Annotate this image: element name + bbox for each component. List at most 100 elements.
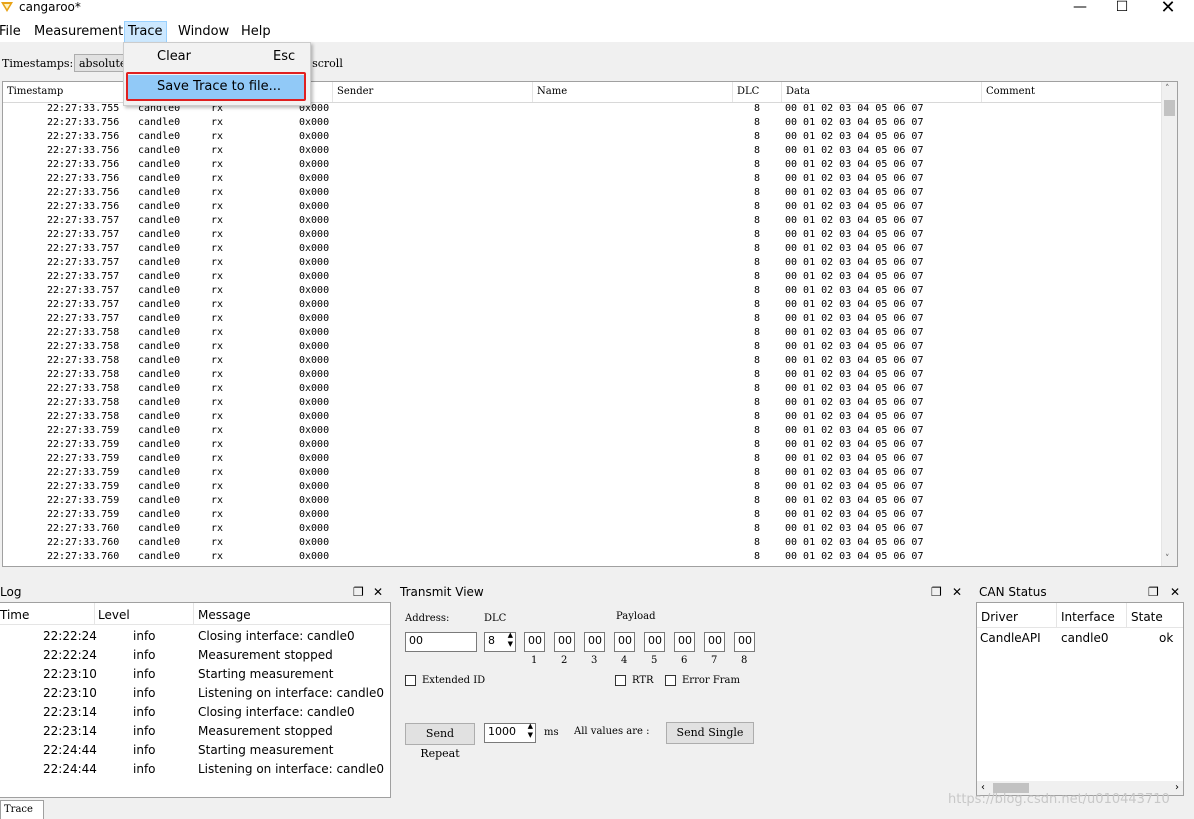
- table-row[interactable]: 22:27:33.759 candle0 rx 0x000 8 00 01 02 03 0…: [3, 424, 1162, 438]
- col-data[interactable]: Data: [782, 82, 982, 102]
- data-cell: 00 01 02 03 04 05 06 07: [785, 103, 924, 114]
- scroll-down-icon[interactable]: ˅: [1165, 554, 1170, 564]
- spin-arrows-icon[interactable]: ▲ ▼: [528, 722, 533, 740]
- error-frame-checkbox[interactable]: [665, 675, 676, 686]
- table-row[interactable]: 22:27:33.757 candle0 rx 0x000 8 00 01 02 03 0…: [3, 214, 1162, 228]
- table-row[interactable]: 22:27:33.759 candle0 rx 0x000 8 00 01 02 03 0…: [3, 494, 1162, 508]
- direction-cell: rx: [211, 369, 224, 380]
- payload-byte-input[interactable]: 00: [644, 632, 665, 652]
- payload-byte-input[interactable]: 00: [584, 632, 605, 652]
- table-row[interactable]: 22:27:33.760 candle0 rx 0x000 8 00 01 02 03 0…: [3, 522, 1162, 536]
- direction-cell: rx: [211, 215, 224, 226]
- spin-arrows-icon[interactable]: ▲ ▼: [508, 631, 513, 649]
- float-icon[interactable]: ❐: [1148, 585, 1159, 599]
- table-row[interactable]: 22:27:33.758 candle0 rx 0x000 8 00 01 02 03 0…: [3, 340, 1162, 354]
- table-row[interactable]: 22:27:33.758 candle0 rx 0x000 8 00 01 02 03 0…: [3, 354, 1162, 368]
- tab-trace[interactable]: Trace: [0, 800, 44, 819]
- table-row[interactable]: 22:27:33.756 candle0 rx 0x000 8 00 01 02 03 0…: [3, 158, 1162, 172]
- payload-byte-input[interactable]: 00: [614, 632, 635, 652]
- menu-file[interactable]: File: [0, 22, 24, 42]
- close-icon[interactable]: ✕: [373, 585, 383, 599]
- table-row[interactable]: 22:27:33.758 candle0 rx 0x000 8 00 01 02 03 0…: [3, 368, 1162, 382]
- table-row[interactable]: 22:27:33.758 candle0 rx 0x000 8 00 01 02 03 0…: [3, 396, 1162, 410]
- interval-spinbox[interactable]: 1000 ▲ ▼: [484, 722, 536, 743]
- table-row[interactable]: 22:27:33.759 candle0 rx 0x000 8 00 01 02 03 0…: [3, 508, 1162, 522]
- menu-measurement[interactable]: Measurement: [31, 22, 126, 42]
- menu-help[interactable]: Help: [238, 22, 274, 42]
- menu-window[interactable]: Window: [175, 22, 232, 42]
- send-single-button[interactable]: Send Single: [666, 722, 754, 744]
- table-row[interactable]: 22:27:33.759 candle0 rx 0x000 8 00 01 02 03 0…: [3, 438, 1162, 452]
- table-row[interactable]: 22:27:33.758 candle0 rx 0x000 8 00 01 02 03 0…: [3, 326, 1162, 340]
- table-row[interactable]: 22:27:33.759 candle0 rx 0x000 8 00 01 02 03 0…: [3, 480, 1162, 494]
- table-row[interactable]: 22:27:33.760 candle0 rx 0x000 8 00 01 02 03 0…: [3, 536, 1162, 550]
- table-row[interactable]: 22:27:33.757 candle0 rx 0x000 8 00 01 02 03 0…: [3, 228, 1162, 242]
- payload-byte-input[interactable]: 00: [734, 632, 755, 652]
- trace-table[interactable]: Timestamp Sender Name DLC Data Comment 2…: [2, 81, 1178, 567]
- table-row[interactable]: 22:27:33.757 candle0 rx 0x000 8 00 01 02 03 0…: [3, 270, 1162, 284]
- col-interface[interactable]: Interface: [1061, 610, 1115, 624]
- col-timestamp[interactable]: Timestamp: [3, 82, 134, 102]
- address-input[interactable]: 00: [405, 632, 477, 652]
- table-row[interactable]: 22:27:33.758 candle0 rx 0x000 8 00 01 02 03 0…: [3, 410, 1162, 424]
- table-row[interactable]: 22:27:33.760 candle0 rx 0x000 8 00 01 02 03 0…: [3, 550, 1162, 564]
- log-col-message[interactable]: Message: [198, 608, 251, 622]
- menu-trace[interactable]: Trace: [124, 21, 167, 43]
- table-row[interactable]: 22:27:33.757 candle0 rx 0x000 8 00 01 02 03 0…: [3, 312, 1162, 326]
- interface-cell: candle0: [138, 117, 181, 128]
- trace-scrollbar[interactable]: ˄ ˅: [1161, 82, 1177, 566]
- table-row[interactable]: 22:27:33.757 candle0 rx 0x000 8 00 01 02 03 0…: [3, 298, 1162, 312]
- dlc-cell: 8: [754, 327, 761, 338]
- payload-byte-input[interactable]: 00: [524, 632, 545, 652]
- table-row[interactable]: 22:27:33.757 candle0 rx 0x000 8 00 01 02 03 0…: [3, 284, 1162, 298]
- table-row[interactable]: 22:27:33.757 candle0 rx 0x000 8 00 01 02 03 0…: [3, 242, 1162, 256]
- dlc-spinbox[interactable]: 8 ▲ ▼: [484, 631, 516, 652]
- payload-byte-input[interactable]: 00: [704, 632, 725, 652]
- col-sender[interactable]: Sender: [333, 82, 533, 102]
- scroll-thumb[interactable]: [1164, 100, 1175, 116]
- timestamp-cell: 22:27:33.760: [47, 537, 120, 548]
- payload-byte-input[interactable]: 00: [674, 632, 695, 652]
- table-row[interactable]: 22:27:33.757 candle0 rx 0x000 8 00 01 02 03 0…: [3, 256, 1162, 270]
- log-time: 22:23:14: [43, 724, 97, 738]
- col-comment[interactable]: Comment: [982, 82, 1162, 102]
- table-row[interactable]: 22:27:33.758 candle0 rx 0x000 8 00 01 02 03 0…: [3, 382, 1162, 396]
- log-col-time[interactable]: Time: [0, 608, 29, 622]
- data-cell: 00 01 02 03 04 05 06 07: [785, 467, 924, 478]
- close-icon[interactable]: ✕: [1170, 585, 1180, 599]
- send-repeat-button[interactable]: Send Repeat: [405, 723, 475, 760]
- col-name[interactable]: Name: [533, 82, 733, 102]
- table-row[interactable]: 22:27:33.759 candle0 rx 0x000 8 00 01 02 03 0…: [3, 452, 1162, 466]
- scroll-right-icon[interactable]: ›: [1175, 781, 1179, 795]
- log-col-level[interactable]: Level: [98, 608, 130, 622]
- table-row[interactable]: 22:27:33.756 candle0 rx 0x000 8 00 01 02 03 0…: [3, 172, 1162, 186]
- log-time: 22:22:24: [43, 629, 97, 643]
- col-driver[interactable]: Driver: [981, 610, 1018, 624]
- float-icon[interactable]: ❐: [931, 585, 942, 599]
- maximize-icon[interactable]: ☐: [1102, 0, 1142, 18]
- col-state[interactable]: State: [1131, 610, 1163, 624]
- interface-cell: candle0: [138, 495, 181, 506]
- menu-item-clear[interactable]: Clear Esc: [124, 46, 310, 68]
- extended-id-checkbox[interactable]: [405, 675, 416, 686]
- scroll-up-icon[interactable]: ˄: [1165, 84, 1170, 94]
- table-row[interactable]: 22:27:33.756 candle0 rx 0x000 8 00 01 02 03 0…: [3, 116, 1162, 130]
- float-icon[interactable]: ❐: [353, 585, 364, 599]
- timestamps-select[interactable]: absolute: [74, 54, 128, 72]
- direction-cell: rx: [211, 355, 224, 366]
- rtr-checkbox[interactable]: [615, 675, 626, 686]
- table-row[interactable]: 22:27:33.756 candle0 rx 0x000 8 00 01 02 03 0…: [3, 130, 1162, 144]
- payload-byte-input[interactable]: 00: [554, 632, 575, 652]
- clear-shortcut: Esc: [273, 49, 296, 64]
- log-time: 22:23:10: [43, 686, 97, 700]
- close-icon[interactable]: ✕: [952, 585, 962, 599]
- table-row[interactable]: 22:27:33.756 candle0 rx 0x000 8 00 01 02 03 0…: [3, 186, 1162, 200]
- dlc-cell: 8: [754, 117, 761, 128]
- close-icon[interactable]: ✕: [1148, 0, 1188, 18]
- table-row[interactable]: 22:27:33.756 candle0 rx 0x000 8 00 01 02 03 0…: [3, 144, 1162, 158]
- minimize-icon[interactable]: —: [1060, 0, 1100, 18]
- table-row[interactable]: 22:27:33.759 candle0 rx 0x000 8 00 01 02 03 0…: [3, 466, 1162, 480]
- col-dlc[interactable]: DLC: [733, 82, 782, 102]
- table-row[interactable]: 22:27:33.756 candle0 rx 0x000 8 00 01 02 03 0…: [3, 200, 1162, 214]
- interface-cell: candle0: [138, 509, 181, 520]
